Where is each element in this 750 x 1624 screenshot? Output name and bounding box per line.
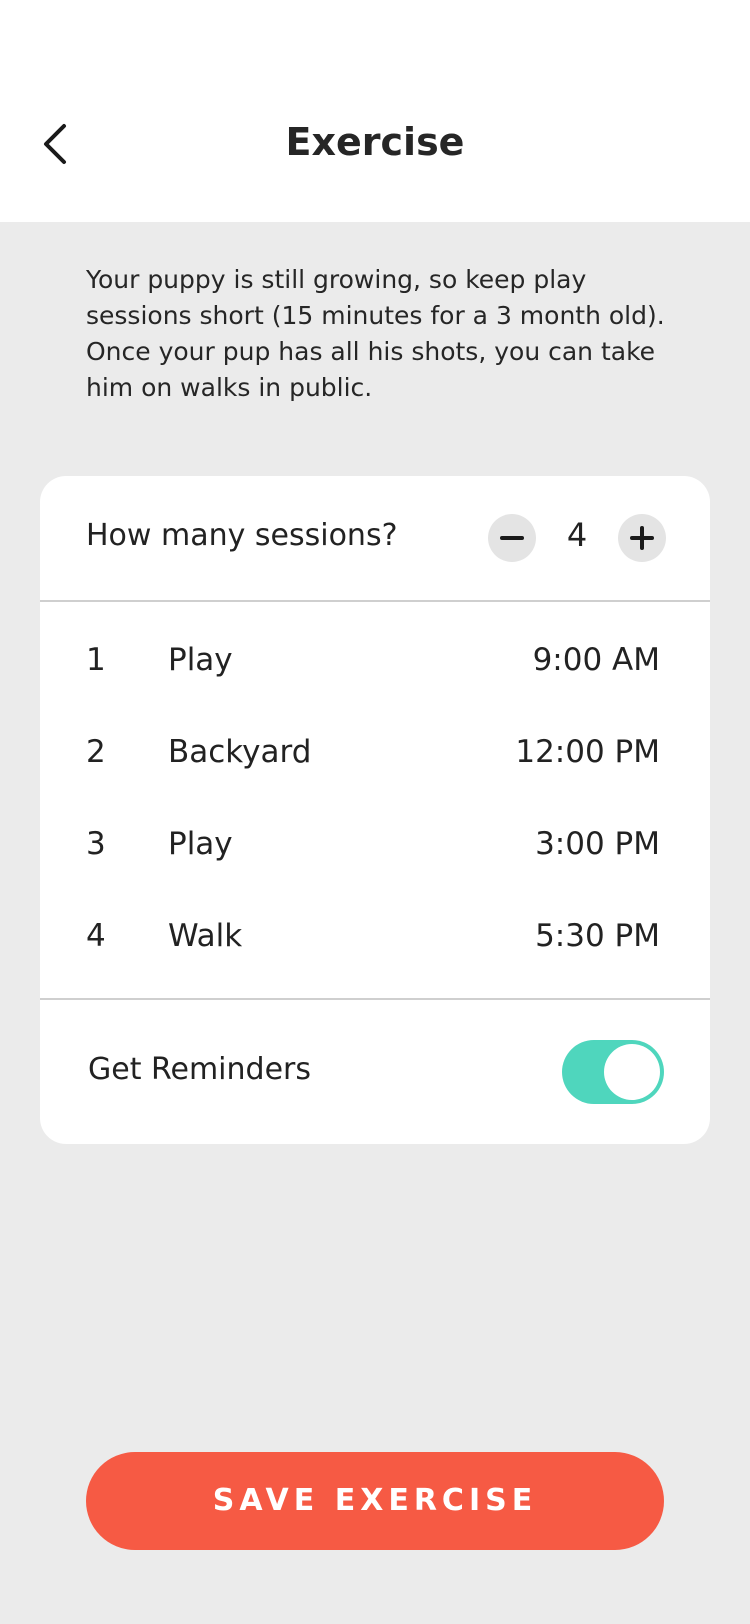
exercise-card: How many sessions? 4 1 Play 9:00 AM 2 Ba… [40, 476, 710, 1144]
intro-text: Your puppy is still growing, so keep pla… [86, 265, 665, 402]
session-time[interactable]: 12:00 PM [515, 734, 660, 770]
plus-icon [630, 526, 654, 550]
increment-button[interactable] [618, 514, 666, 562]
session-number: 1 [86, 642, 106, 678]
reminders-row: Get Reminders [40, 1000, 710, 1144]
session-activity: Play [168, 826, 233, 862]
session-number: 3 [86, 826, 106, 862]
header: Exercise [0, 0, 750, 222]
session-activity: Play [168, 642, 233, 678]
session-time[interactable]: 3:00 PM [535, 826, 660, 862]
session-number: 2 [86, 734, 106, 770]
sessions-count: 4 [566, 516, 588, 554]
page-title: Exercise [285, 120, 465, 164]
minus-icon [500, 536, 524, 540]
reminders-toggle[interactable] [562, 1040, 664, 1104]
sessions-list: 1 Play 9:00 AM 2 Backyard 12:00 PM 3 Pla… [40, 602, 710, 1000]
session-row[interactable]: 3 Play 3:00 PM [40, 802, 710, 894]
session-row[interactable]: 2 Backyard 12:00 PM [40, 710, 710, 802]
reminders-label: Get Reminders [88, 1052, 311, 1087]
session-activity: Backyard [168, 734, 312, 770]
save-exercise-button[interactable]: SAVE EXERCISE [86, 1452, 664, 1550]
session-row[interactable]: 1 Play 9:00 AM [40, 618, 710, 710]
session-time[interactable]: 5:30 PM [535, 918, 660, 954]
decrement-button[interactable] [488, 514, 536, 562]
session-activity: Walk [168, 918, 243, 954]
session-row[interactable]: 4 Walk 5:30 PM [40, 894, 710, 986]
sessions-label: How many sessions? [86, 518, 398, 553]
session-number: 4 [86, 918, 106, 954]
session-time[interactable]: 9:00 AM [533, 642, 660, 678]
toggle-knob [604, 1044, 660, 1100]
sessions-count-row: How many sessions? 4 [40, 476, 710, 602]
